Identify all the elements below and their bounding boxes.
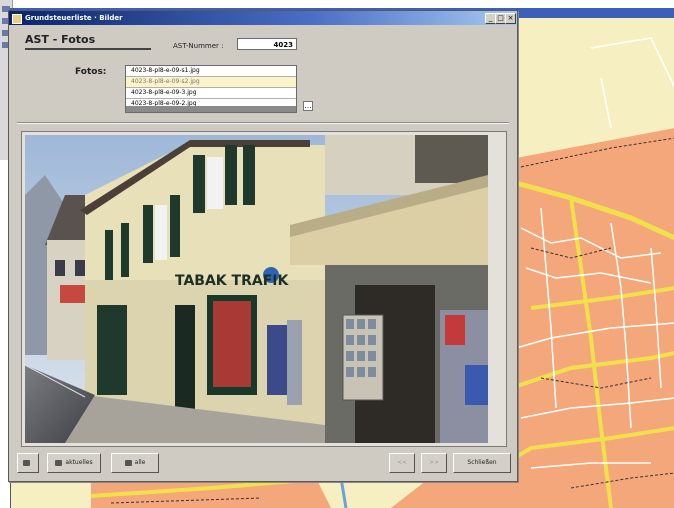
form-title: AST - Fotos xyxy=(25,33,96,46)
print-button[interactable] xyxy=(17,453,39,473)
app-icon xyxy=(12,14,22,24)
ast-number-field[interactable]: 4023 xyxy=(237,38,297,50)
photo-list-item-selected[interactable]: 4023-8-pl8-e-09-s2.jpg xyxy=(126,77,296,88)
schliessen-button[interactable]: Schließen xyxy=(453,453,511,473)
browse-button[interactable]: … xyxy=(303,101,313,111)
photo-list-item[interactable]: 4023-8-pl8-e-09-3.jpg xyxy=(126,88,296,99)
title-underline xyxy=(25,48,151,50)
map-stream xyxy=(339,477,348,508)
listbox-scrollbar[interactable] xyxy=(126,106,296,112)
window-titlebar[interactable]: Grundsteuerliste · Bilder _ □ × xyxy=(9,11,517,25)
window-title: Grundsteuerliste · Bilder xyxy=(25,14,123,22)
alle-label: alle xyxy=(134,459,146,466)
street-photo-image: TABAK TRAFIK xyxy=(25,135,488,443)
next-button[interactable]: >> xyxy=(421,453,447,473)
close-button[interactable]: × xyxy=(505,13,516,24)
fotos-label: Fotos: xyxy=(75,67,107,77)
street-photo: TABAK TRAFIK xyxy=(25,135,488,443)
ast-number-label: AST-Nummer : xyxy=(173,42,224,50)
photo-viewer-frame: TABAK TRAFIK xyxy=(21,131,507,447)
alle-button[interactable]: alle xyxy=(111,453,159,473)
aktuelles-button[interactable]: aktuelles xyxy=(47,453,101,473)
form-divider xyxy=(17,122,509,124)
printer-icon xyxy=(55,459,63,466)
photo-list-item[interactable]: 4023-8-pl8-e-09-s1.jpg xyxy=(126,66,296,77)
printer-icon xyxy=(124,459,132,466)
ast-fotos-window: Grundsteuerliste · Bilder _ □ × AST - Fo… xyxy=(8,10,518,482)
shop-sign-text: TABAK TRAFIK xyxy=(175,273,289,289)
printer-icon xyxy=(23,459,30,466)
previous-button[interactable]: << xyxy=(389,453,415,473)
aktuelles-label: aktuelles xyxy=(65,459,93,466)
photo-listbox[interactable]: 4023-8-pl8-e-09-s1.jpg 4023-8-pl8-e-09-s… xyxy=(125,65,297,113)
